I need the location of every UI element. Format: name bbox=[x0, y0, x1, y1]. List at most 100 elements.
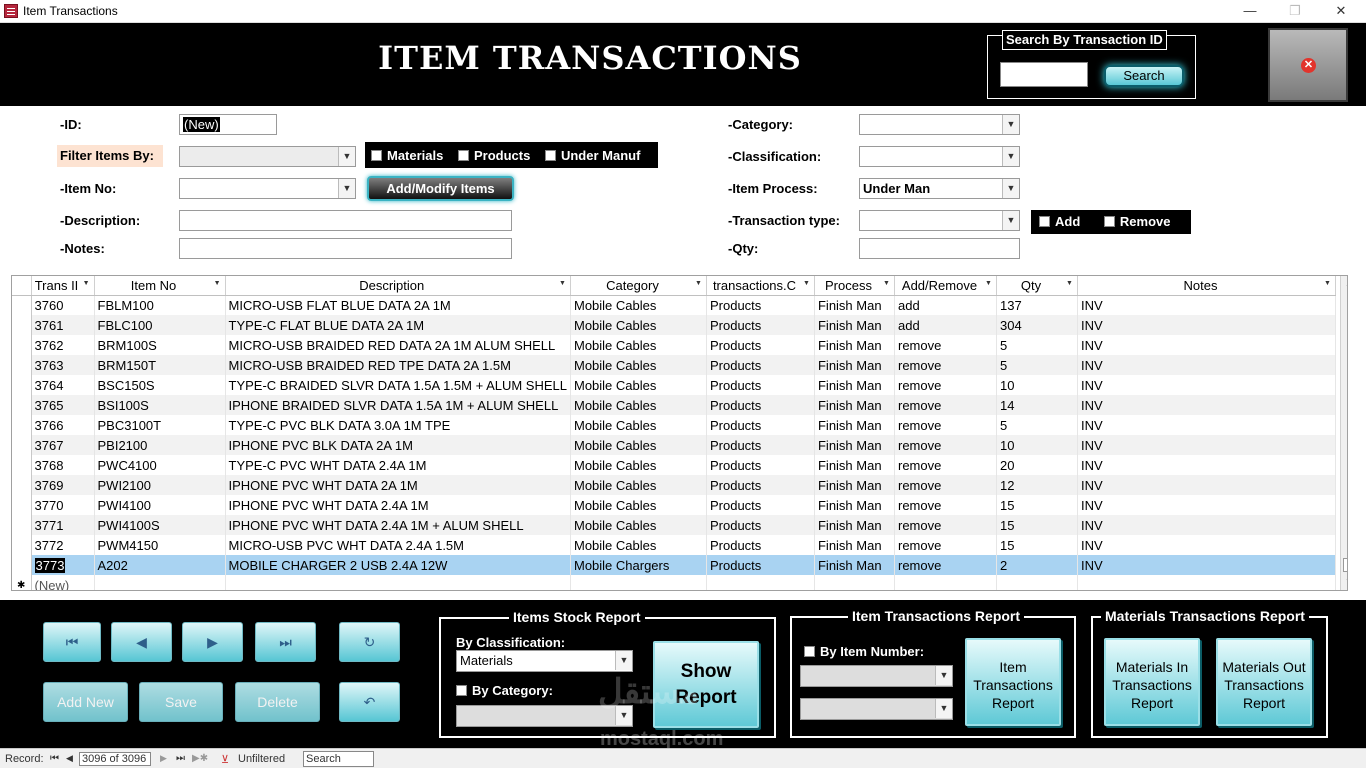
table-cell[interactable]: Mobile Chargers bbox=[570, 555, 707, 575]
record-selector[interactable] bbox=[12, 535, 32, 555]
record-selector[interactable] bbox=[12, 315, 32, 335]
table-cell[interactable]: Products bbox=[706, 415, 815, 435]
qty-field[interactable] bbox=[859, 238, 1020, 259]
table-cell[interactable]: INV bbox=[1077, 295, 1336, 315]
table-cell[interactable]: remove bbox=[894, 555, 997, 575]
table-cell[interactable]: 3766 bbox=[31, 415, 95, 435]
materials-filter[interactable]: Materials bbox=[371, 148, 443, 163]
table-cell[interactable]: BRM100S bbox=[94, 335, 226, 355]
table-cell[interactable] bbox=[225, 575, 571, 590]
table-cell[interactable]: TYPE-C PVC WHT DATA 2.4A 1M bbox=[225, 455, 571, 475]
table-cell[interactable]: INV bbox=[1077, 335, 1336, 355]
table-cell[interactable]: remove bbox=[894, 395, 997, 415]
chevron-down-icon[interactable]: ▼ bbox=[695, 280, 702, 287]
chevron-down-icon[interactable]: ▼ bbox=[214, 280, 221, 287]
table-cell[interactable]: TYPE-C BRAIDED SLVR DATA 1.5A 1.5M + ALU… bbox=[225, 375, 571, 395]
record-search-input[interactable]: Search bbox=[303, 751, 374, 767]
table-cell[interactable]: Products bbox=[706, 375, 815, 395]
table-cell[interactable]: INV bbox=[1077, 435, 1336, 455]
chevron-down-icon[interactable]: ▼ bbox=[338, 147, 355, 166]
column-header[interactable]: Item No ▼ bbox=[94, 276, 226, 296]
record-selector[interactable] bbox=[12, 455, 32, 475]
table-row[interactable]: 3768 PWC4100 TYPE-C PVC WHT DATA 2.4A 1M Mo… bbox=[12, 455, 1336, 475]
products-checkbox[interactable] bbox=[458, 150, 469, 161]
table-cell[interactable]: Products bbox=[706, 395, 815, 415]
table-cell[interactable]: 3762 bbox=[31, 335, 95, 355]
table-row[interactable]: 3765 BSI100S IPHONE BRAIDED SLVR DATA 1.5A… bbox=[12, 395, 1336, 415]
table-cell[interactable]: FBLC100 bbox=[94, 315, 226, 335]
table-cell[interactable]: 3772 bbox=[31, 535, 95, 555]
chevron-down-icon[interactable]: ▼ bbox=[338, 179, 355, 198]
table-cell[interactable]: BSI100S bbox=[94, 395, 226, 415]
table-cell[interactable]: MICRO-USB BRAIDED RED TPE DATA 2A 1.5M bbox=[225, 355, 571, 375]
select-all-corner[interactable] bbox=[12, 276, 32, 296]
notes-field[interactable] bbox=[179, 238, 512, 259]
table-cell[interactable]: remove bbox=[894, 515, 997, 535]
under-manuf-filter[interactable]: Under Manuf bbox=[544, 148, 640, 163]
table-cell[interactable]: Products bbox=[706, 515, 815, 535]
table-cell[interactable]: 3769 bbox=[31, 475, 95, 495]
record-selector[interactable] bbox=[12, 495, 32, 515]
by-item-number-option[interactable]: By Item Number: bbox=[804, 644, 924, 659]
table-cell[interactable]: 3770 bbox=[31, 495, 95, 515]
description-field[interactable] bbox=[179, 210, 512, 231]
table-cell[interactable]: IPHONE PVC WHT DATA 2.4A 1M + ALUM SHELL bbox=[225, 515, 571, 535]
vertical-scrollbar[interactable]: ▲ ▼ bbox=[1340, 276, 1347, 590]
scroll-down-icon[interactable]: ▼ bbox=[1341, 574, 1347, 590]
table-cell[interactable]: Mobile Cables bbox=[570, 535, 707, 555]
table-cell[interactable]: remove bbox=[894, 375, 997, 395]
table-cell[interactable]: 3760 bbox=[31, 295, 95, 315]
table-cell[interactable]: MICRO-USB FLAT BLUE DATA 2A 1M bbox=[225, 295, 571, 315]
table-cell[interactable]: Products bbox=[706, 495, 815, 515]
table-cell[interactable]: PWI4100 bbox=[94, 495, 226, 515]
column-header[interactable]: Trans II ▼ bbox=[31, 276, 95, 296]
table-row[interactable]: 3771 PWI4100S IPHONE PVC WHT DATA 2.4A 1M … bbox=[12, 515, 1336, 535]
materials-out-report-button[interactable]: Materials Out Transactions Report bbox=[1216, 638, 1312, 726]
previous-record-button[interactable]: ◀ bbox=[111, 622, 172, 662]
table-cell[interactable]: IPHONE PVC WHT DATA 2A 1M bbox=[225, 475, 571, 495]
table-cell[interactable]: Finish Man bbox=[814, 395, 895, 415]
export-button[interactable]: ↻ bbox=[339, 622, 400, 662]
table-cell[interactable] bbox=[814, 575, 895, 590]
table-cell[interactable]: INV bbox=[1077, 475, 1336, 495]
table-cell[interactable]: Mobile Cables bbox=[570, 515, 707, 535]
table-cell[interactable]: PWI2100 bbox=[94, 475, 226, 495]
save-button[interactable]: Save bbox=[139, 682, 223, 722]
under-manuf-checkbox[interactable] bbox=[544, 150, 556, 161]
record-selector[interactable] bbox=[12, 295, 32, 315]
window-close-button[interactable]: ✕ bbox=[1318, 1, 1364, 21]
stock-classification-combo[interactable]: Materials ▼ bbox=[456, 650, 633, 672]
add-new-button[interactable]: Add New bbox=[43, 682, 128, 722]
table-cell[interactable] bbox=[94, 575, 226, 590]
table-cell[interactable]: add bbox=[894, 315, 997, 335]
table-cell[interactable]: BRM150T bbox=[94, 355, 226, 375]
table-cell[interactable]: remove bbox=[894, 335, 997, 355]
table-cell[interactable]: IPHONE PVC WHT DATA 2.4A 1M bbox=[225, 495, 571, 515]
last-record-button[interactable]: ⏭ bbox=[255, 622, 316, 662]
by-category-checkbox[interactable] bbox=[456, 685, 467, 696]
record-selector[interactable] bbox=[12, 355, 32, 375]
first-record-button[interactable]: ⏮ bbox=[43, 622, 101, 662]
table-cell[interactable]: 3768 bbox=[31, 455, 95, 475]
table-cell[interactable]: Products bbox=[706, 355, 815, 375]
chevron-down-icon[interactable]: ▼ bbox=[1324, 280, 1331, 287]
table-row[interactable]: 3773 A202 MOBILE CHARGER 2 USB 2.4A 12W Mob… bbox=[12, 555, 1336, 575]
chevron-down-icon[interactable]: ▼ bbox=[883, 280, 890, 287]
table-cell[interactable]: MOBILE CHARGER 2 USB 2.4A 12W bbox=[225, 555, 571, 575]
chevron-down-icon[interactable]: ▼ bbox=[803, 280, 810, 287]
table-cell[interactable]: Finish Man bbox=[814, 435, 895, 455]
materials-in-report-button[interactable]: Materials In Transactions Report bbox=[1104, 638, 1200, 726]
column-header[interactable]: Add/Remove ▼ bbox=[894, 276, 997, 296]
table-cell[interactable]: PBI2100 bbox=[94, 435, 226, 455]
remove-checkbox[interactable] bbox=[1103, 216, 1115, 227]
record-selector[interactable] bbox=[12, 515, 32, 535]
minimize-button[interactable]: — bbox=[1227, 1, 1273, 21]
new-record-label[interactable]: (New) bbox=[31, 575, 95, 590]
table-cell[interactable]: Mobile Cables bbox=[570, 375, 707, 395]
id-field[interactable]: (New) bbox=[179, 114, 277, 135]
table-cell[interactable]: Finish Man bbox=[814, 495, 895, 515]
table-cell[interactable]: BSC150S bbox=[94, 375, 226, 395]
table-cell[interactable]: 3771 bbox=[31, 515, 95, 535]
table-cell[interactable]: 3761 bbox=[31, 315, 95, 335]
new-record-marker[interactable]: ✱ bbox=[12, 575, 32, 590]
